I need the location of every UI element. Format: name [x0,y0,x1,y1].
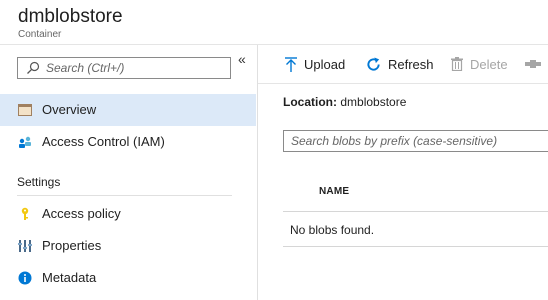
users-icon [19,136,31,148]
sidebar: « Overview Access Control (IAM) Settings… [0,45,258,300]
sidebar-search[interactable] [17,57,231,79]
search-icon [27,61,40,74]
more-actions-button[interactable] [525,54,548,74]
refresh-button[interactable]: Refresh [366,54,434,74]
location-value: dmblobstore [340,95,407,109]
upload-label: Upload [304,56,346,72]
collapse-sidebar-button[interactable]: « [238,51,246,67]
column-header-name[interactable]: NAME [319,186,349,197]
section-label-settings: Settings [17,175,61,189]
table-divider [283,246,548,247]
acquire-lease-icon [525,60,541,68]
sidebar-item-label: Access policy [42,206,121,221]
page-subtitle: Container [18,29,62,40]
delete-button[interactable]: Delete [451,54,508,74]
properties-icon [18,240,32,252]
refresh-label: Refresh [388,56,434,72]
sidebar-item-label: Access Control (IAM) [42,134,165,149]
info-icon [18,271,32,285]
blade-header: dmblobstore Container [0,0,548,45]
sidebar-search-input[interactable] [46,60,226,76]
sidebar-item-overview[interactable]: Overview [0,94,256,126]
empty-state-message: No blobs found. [290,223,375,237]
trash-icon [451,57,463,71]
overview-icon [18,104,32,116]
table-divider [283,211,548,212]
blob-search-input[interactable] [291,133,541,149]
page-title: dmblobstore [18,6,123,27]
sidebar-item-label: Overview [42,102,97,117]
section-divider [17,195,232,196]
sidebar-item-metadata[interactable]: Metadata [0,262,256,294]
refresh-icon [367,56,380,71]
blob-search[interactable] [283,130,548,152]
main-content: Upload Refresh Delete Location: dmblobst… [258,45,548,300]
key-icon [21,207,29,220]
sidebar-item-access-policy[interactable]: Access policy [0,198,256,230]
command-bar: Upload Refresh Delete [258,45,548,84]
location-label: Location: [283,95,337,109]
sidebar-item-access-control[interactable]: Access Control (IAM) [0,126,256,158]
sidebar-item-properties[interactable]: Properties [0,230,256,262]
delete-label: Delete [470,56,508,72]
sidebar-item-label: Properties [42,238,102,253]
upload-button[interactable]: Upload [285,54,345,74]
location-line: Location: dmblobstore [283,95,406,109]
sidebar-item-label: Metadata [42,270,97,285]
upload-icon [285,56,297,72]
